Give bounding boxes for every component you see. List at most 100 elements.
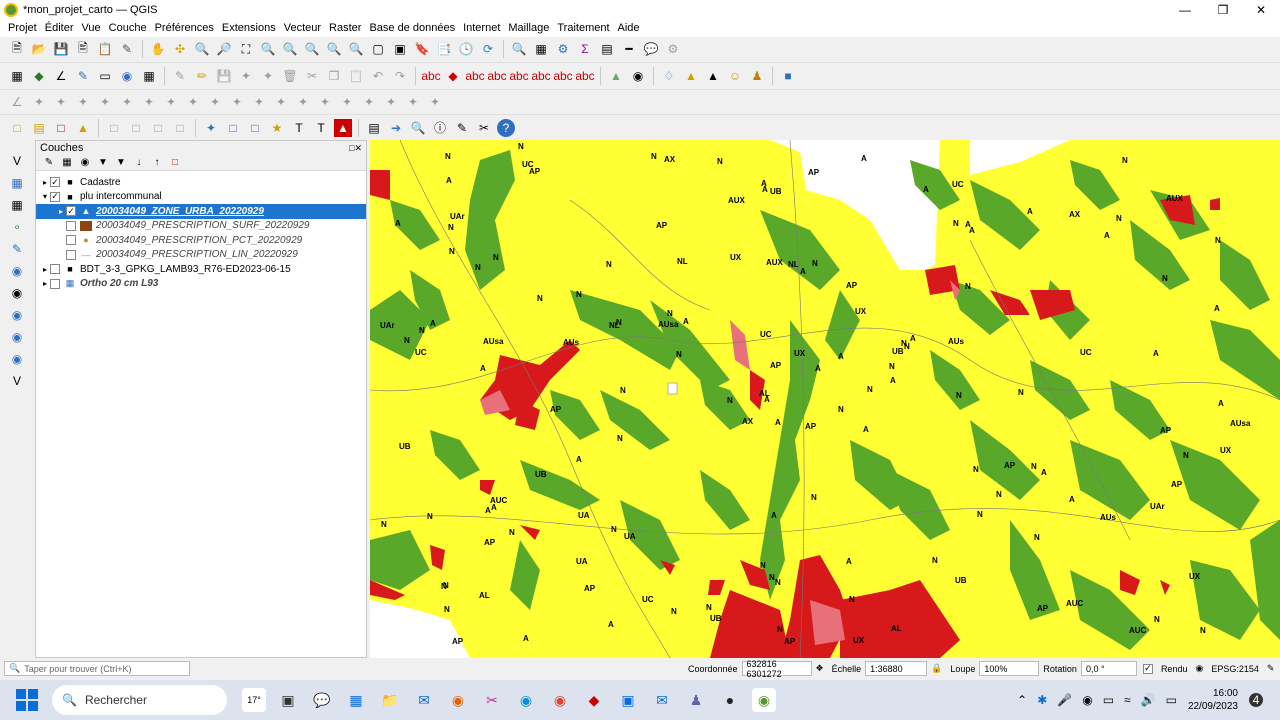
menu-raster[interactable]: Raster xyxy=(325,22,365,34)
layer-checkbox[interactable] xyxy=(50,264,60,275)
locator-search-input[interactable]: 🔍 Taper pour trouver (Ctrl+K) xyxy=(4,661,190,676)
menu-editer[interactable]: Éditer xyxy=(41,22,78,34)
chevron-up-icon[interactable]: ⌃ xyxy=(1017,693,1027,707)
label-icon[interactable]: abc xyxy=(421,67,440,85)
digitizing-tool-12-icon[interactable]: ✦ xyxy=(250,93,268,111)
layer-checkbox[interactable]: ✓ xyxy=(66,206,76,217)
collapse-arrow-icon[interactable]: ▾ xyxy=(40,192,50,201)
new-project-icon[interactable]: 🗎 xyxy=(8,40,26,58)
map-tips-icon[interactable]: ⓘ xyxy=(431,119,449,137)
person-icon[interactable]: ♟ xyxy=(748,67,766,85)
layout-manager-icon[interactable]: 📋 xyxy=(96,40,114,58)
digitizing-tool-9-icon[interactable]: ✦ xyxy=(184,93,202,111)
menu-preferences[interactable]: Préférences xyxy=(151,22,218,34)
info-icon[interactable]: ? xyxy=(497,118,515,137)
georeferencer-icon[interactable]: ▲ xyxy=(607,67,625,85)
obs-icon[interactable]: ● xyxy=(718,688,742,712)
bluetooth-icon[interactable]: ✱ xyxy=(1037,693,1047,707)
mail-icon[interactable]: ✉ xyxy=(412,688,436,712)
digitizing-tool-6-icon[interactable]: ✦ xyxy=(118,93,136,111)
expand-arrow-icon[interactable]: ▸ xyxy=(40,178,50,187)
zoom-native-icon[interactable]: 🔍 xyxy=(303,40,321,58)
location-icon[interactable]: ▲ xyxy=(704,67,722,85)
star-icon[interactable]: ★ xyxy=(268,119,286,137)
digitizing-tool-4-icon[interactable]: ✦ xyxy=(74,93,92,111)
cut-icon[interactable]: ✂ xyxy=(303,67,321,85)
add-vector-layer-icon[interactable]: ∠ xyxy=(52,67,70,85)
edit-icon[interactable]: ✎ xyxy=(453,119,471,137)
menu-traitement[interactable]: Traitement xyxy=(553,22,613,34)
menu-vue[interactable]: Vue xyxy=(78,22,105,34)
windows-start-icon[interactable] xyxy=(16,689,38,711)
add-delimited-icon[interactable]: ∘ xyxy=(8,218,26,236)
text-annotation-icon[interactable]: T xyxy=(290,119,308,137)
lock-scale-icon[interactable]: 🔒 xyxy=(931,663,942,674)
rotation-spinbox[interactable]: 0,0 ° xyxy=(1080,661,1137,676)
taskbar-search[interactable]: 🔍 Rechercher xyxy=(52,685,227,715)
layer-item-ortho[interactable]: ▸ ▦ Ortho 20 cm L93 xyxy=(36,277,366,292)
field-calculator-icon[interactable]: ▤ xyxy=(598,40,616,58)
add-wfs-icon[interactable]: ▦ xyxy=(140,67,158,85)
help-icon[interactable]: ■ xyxy=(779,67,797,85)
firefox-icon[interactable]: ◉ xyxy=(446,688,470,712)
messages-icon[interactable]: ✎ xyxy=(1267,663,1275,674)
add-group-icon[interactable]: ▦ xyxy=(60,156,74,170)
magnifier-spinbox[interactable]: 100% xyxy=(979,661,1040,676)
open-styling-icon[interactable]: ✎ xyxy=(42,156,56,170)
expand-arrow-icon[interactable]: ▸ xyxy=(40,279,50,288)
delete-icon[interactable]: 🗑 xyxy=(281,67,299,85)
digitizing-tool-13-icon[interactable]: ✦ xyxy=(272,93,290,111)
pan-icon[interactable]: ✋ xyxy=(149,40,167,58)
add-virtual-icon[interactable]: ◉ xyxy=(8,284,26,302)
text-format-icon[interactable]: T xyxy=(312,119,330,137)
add-wcs-icon[interactable]: ◉ xyxy=(8,328,26,346)
digitizing-tool-1-icon[interactable]: ∠ xyxy=(8,93,26,111)
style-manager-icon[interactable]: ✎ xyxy=(118,40,136,58)
volume-icon[interactable]: 🔊 xyxy=(1141,693,1156,707)
digitizing-tool-8-icon[interactable]: ✦ xyxy=(162,93,180,111)
digitizing-tool-15-icon[interactable]: ✦ xyxy=(316,93,334,111)
layer-item-cadastre[interactable]: ▸ ✓ ■ Cadastre xyxy=(36,175,366,190)
deselect-icon[interactable]: □ xyxy=(52,119,70,137)
show-bookmarks-icon[interactable]: 📑 xyxy=(435,40,453,58)
layer-item-plu[interactable]: ▾ ✓ ■ plu intercommunal xyxy=(36,190,366,205)
identify-icon[interactable]: 🔍 xyxy=(510,40,528,58)
vertex-tool-icon[interactable]: ✦ xyxy=(259,67,277,85)
menu-extensions[interactable]: Extensions xyxy=(218,22,280,34)
show-labels-icon[interactable]: abc xyxy=(509,67,528,85)
new-map-view-icon[interactable]: ▢ xyxy=(369,40,387,58)
add-arcgis-icon[interactable]: V xyxy=(8,372,26,390)
layer-checkbox[interactable] xyxy=(66,249,76,260)
render-checkbox[interactable]: ✓ xyxy=(1142,663,1153,674)
add-raster-layer-icon[interactable]: ✎ xyxy=(74,67,92,85)
digitizing-tool-18-icon[interactable]: ✦ xyxy=(382,93,400,111)
digitizing-tool-5-icon[interactable]: ✦ xyxy=(96,93,114,111)
expand-all-icon[interactable]: ↓ xyxy=(132,156,146,170)
digitizing-tool-11-icon[interactable]: ✦ xyxy=(228,93,246,111)
panel-close-icon[interactable]: □✕ xyxy=(349,143,362,154)
scale-combo[interactable]: 1:36880 xyxy=(865,661,928,676)
menu-couche[interactable]: Couche xyxy=(105,22,151,34)
gps-icon[interactable]: ◉ xyxy=(629,67,647,85)
store-icon[interactable]: ▦ xyxy=(344,688,368,712)
teams-icon[interactable]: ♟ xyxy=(684,688,708,712)
widgets-icon[interactable]: 17° xyxy=(242,688,266,712)
zoom-selection-icon[interactable]: 🔍 xyxy=(259,40,277,58)
annotation-icon[interactable]: 💬 xyxy=(642,40,660,58)
zoom-next-icon[interactable]: 🔍 xyxy=(347,40,365,58)
wifi-icon[interactable]: ≈ xyxy=(1124,693,1131,707)
coord-field[interactable]: 632816 6301272 xyxy=(741,659,812,679)
label-toolbar-icon[interactable]: ◆ xyxy=(444,67,462,85)
layer-item-bdt[interactable]: ▸ ■ BDT_3-3_GPKG_LAMB93_R76-ED2023-06-15 xyxy=(36,262,366,277)
menu-projet[interactable]: Projet xyxy=(4,22,41,34)
menu-aide[interactable]: Aide xyxy=(614,22,644,34)
undo-icon[interactable]: ↶ xyxy=(369,67,387,85)
smiley-icon[interactable]: ☺ xyxy=(726,67,744,85)
task-view-icon[interactable]: ▣ xyxy=(276,688,300,712)
add-raster-icon[interactable]: ▦ xyxy=(8,174,26,192)
shape-digitize-2-icon[interactable]: □ xyxy=(127,119,145,137)
battery-icon[interactable]: ▭ xyxy=(1103,693,1114,707)
digitizing-tool-14-icon[interactable]: ✦ xyxy=(294,93,312,111)
qgis-taskbar-icon[interactable]: ◉ xyxy=(752,688,776,712)
save-edits-icon[interactable]: 💾 xyxy=(215,67,233,85)
